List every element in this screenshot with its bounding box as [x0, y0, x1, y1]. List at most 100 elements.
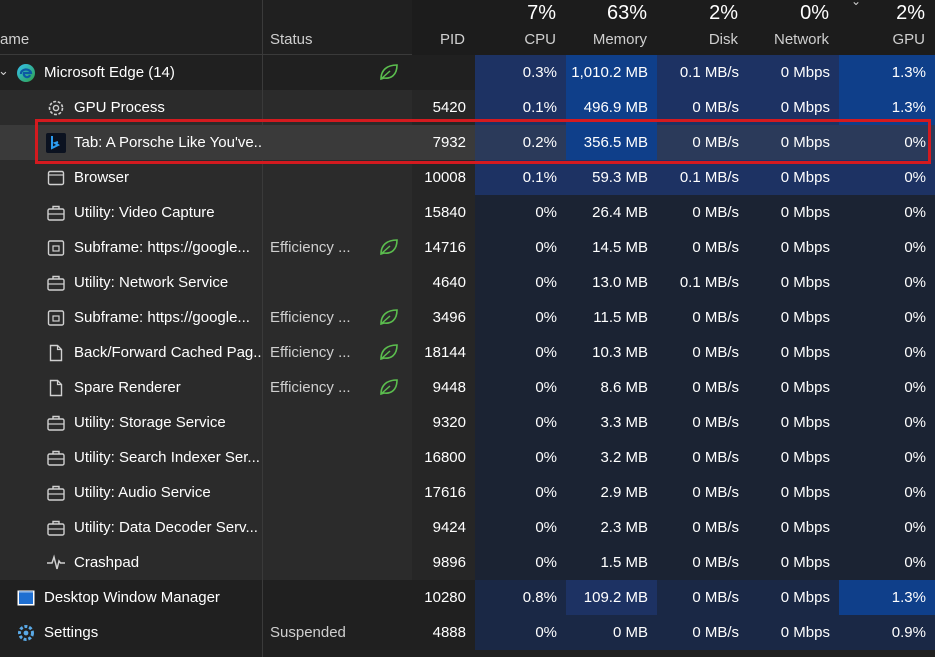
- column-header-cpu[interactable]: 7% CPU: [475, 0, 566, 55]
- toolbox-icon: [46, 273, 66, 293]
- column-header-cpu-label: CPU: [524, 31, 556, 48]
- column-cell-memory: 2.3 MB: [566, 510, 657, 545]
- process-status: [270, 55, 365, 90]
- column-cell-cpu: 0%: [475, 230, 566, 265]
- efficiency-leaf-icon: [378, 62, 400, 82]
- column-cell-memory: 10.3 MB: [566, 335, 657, 370]
- process-status: [270, 580, 365, 615]
- column-cell-gpu: 0%: [839, 510, 935, 545]
- column-cell-disk: 0 MB/s: [657, 230, 748, 265]
- process-status: [270, 125, 365, 160]
- process-name: Utility: Audio Service: [74, 484, 211, 501]
- column-header-name[interactable]: ame: [0, 0, 263, 55]
- column-cell-disk: 0.1 MB/s: [657, 265, 748, 300]
- column-cell-network: 0 Mbps: [748, 55, 839, 90]
- column-cell-memory: 11.5 MB: [566, 300, 657, 335]
- process-name: Utility: Storage Service: [74, 414, 226, 431]
- column-cell-pid: 7932: [412, 125, 475, 160]
- efficiency-leaf-icon: [378, 342, 400, 362]
- column-cell-gpu: 0%: [839, 440, 935, 475]
- process-name: Utility: Video Capture: [74, 204, 215, 221]
- column-cell-gpu: 0%: [839, 230, 935, 265]
- expand-chevron-icon[interactable]: ⌄: [0, 63, 9, 79]
- column-cell-pid: 10008: [412, 160, 475, 195]
- column-cell-memory: 0 MB: [566, 615, 657, 650]
- column-cell-network: 0 Mbps: [748, 90, 839, 125]
- process-status: Efficiency ...: [270, 239, 351, 256]
- column-cell-gpu: 1.3%: [839, 55, 935, 90]
- document-icon: [46, 378, 66, 398]
- column-cell-gpu: 0.9%: [839, 615, 935, 650]
- column-header-disk-label: Disk: [708, 31, 738, 48]
- column-cell-pid: 5420: [412, 90, 475, 125]
- column-cell-pid: 3496: [412, 300, 475, 335]
- column-header-disk[interactable]: 2% Disk: [657, 0, 748, 55]
- column-cell-gpu: 0%: [839, 370, 935, 405]
- column-cell-network: 0 Mbps: [748, 510, 839, 545]
- column-cell-memory: 356.5 MB: [566, 125, 657, 160]
- column-cell-memory: 14.5 MB: [566, 230, 657, 265]
- column-cell-gpu: 0%: [839, 195, 935, 230]
- process-status: [270, 545, 365, 580]
- process-status: [270, 265, 365, 300]
- column-divider: [262, 0, 263, 657]
- column-cell-network: 0 Mbps: [748, 125, 839, 160]
- process-status: Efficiency ...: [270, 344, 351, 361]
- efficiency-leaf-icon: [378, 237, 400, 257]
- column-cell-gpu: 0%: [839, 545, 935, 580]
- column-header-cpu-percent: 7%: [527, 2, 556, 24]
- column-cell-disk: 0 MB/s: [657, 615, 748, 650]
- column-cell-disk: 0 MB/s: [657, 545, 748, 580]
- column-cell-gpu: 0%: [839, 265, 935, 300]
- column-header-network-label: Network: [773, 31, 829, 48]
- column-cell-cpu: 0.1%: [475, 90, 566, 125]
- column-header-disk-percent: 2%: [709, 2, 738, 24]
- column-header-network-percent: 0%: [800, 2, 829, 24]
- column-cell-disk: 0 MB/s: [657, 580, 748, 615]
- column-cell-pid: [412, 55, 475, 90]
- column-cell-cpu: 0%: [475, 440, 566, 475]
- column-cell-network: 0 Mbps: [748, 580, 839, 615]
- column-cell-disk: 0 MB/s: [657, 90, 748, 125]
- column-header-memory[interactable]: 63% Memory: [566, 0, 657, 55]
- column-cell-cpu: 0%: [475, 510, 566, 545]
- process-status: Suspended: [270, 624, 346, 641]
- column-header-network[interactable]: 0% Network: [748, 0, 839, 55]
- column-cell-cpu: 0%: [475, 370, 566, 405]
- process-name: Back/Forward Cached Pag...: [74, 344, 261, 361]
- column-header-pid[interactable]: PID: [412, 0, 475, 55]
- column-cell-disk: 0.1 MB/s: [657, 55, 748, 90]
- column-cell-network: 0 Mbps: [748, 405, 839, 440]
- column-cell-disk: 0 MB/s: [657, 405, 748, 440]
- column-cell-memory: 496.9 MB: [566, 90, 657, 125]
- column-cell-pid: 9320: [412, 405, 475, 440]
- dwm-icon: [16, 588, 36, 608]
- column-header-pid-label: PID: [439, 31, 465, 48]
- column-header-gpu[interactable]: ⌄ 2% GPU: [839, 0, 935, 55]
- subframe-icon: [46, 238, 66, 258]
- edge-icon: [16, 63, 36, 83]
- column-cell-pid: 15840: [412, 195, 475, 230]
- column-cell-network: 0 Mbps: [748, 230, 839, 265]
- column-cell-network: 0 Mbps: [748, 545, 839, 580]
- subframe-icon: [46, 308, 66, 328]
- column-cell-gpu: 1.3%: [839, 90, 935, 125]
- column-cell-gpu: 0%: [839, 125, 935, 160]
- column-cell-cpu: 0%: [475, 265, 566, 300]
- column-header-status-label: Status: [270, 31, 313, 48]
- toolbox-icon: [46, 483, 66, 503]
- process-name: Crashpad: [74, 554, 140, 571]
- column-cell-cpu: 0.1%: [475, 160, 566, 195]
- column-cell-memory: 13.0 MB: [566, 265, 657, 300]
- process-name: Utility: Network Service: [74, 274, 229, 291]
- column-header-memory-percent: 63%: [606, 2, 647, 24]
- column-cell-disk: 0 MB/s: [657, 195, 748, 230]
- column-header-status[interactable]: Status: [263, 0, 412, 55]
- column-cell-memory: 3.3 MB: [566, 405, 657, 440]
- process-name: Settings: [44, 624, 99, 641]
- column-cell-cpu: 0%: [475, 335, 566, 370]
- process-name: Utility: Data Decoder Serv...: [74, 519, 258, 536]
- column-cell-cpu: 0%: [475, 475, 566, 510]
- process-status: [270, 195, 365, 230]
- column-cell-memory: 26.4 MB: [566, 195, 657, 230]
